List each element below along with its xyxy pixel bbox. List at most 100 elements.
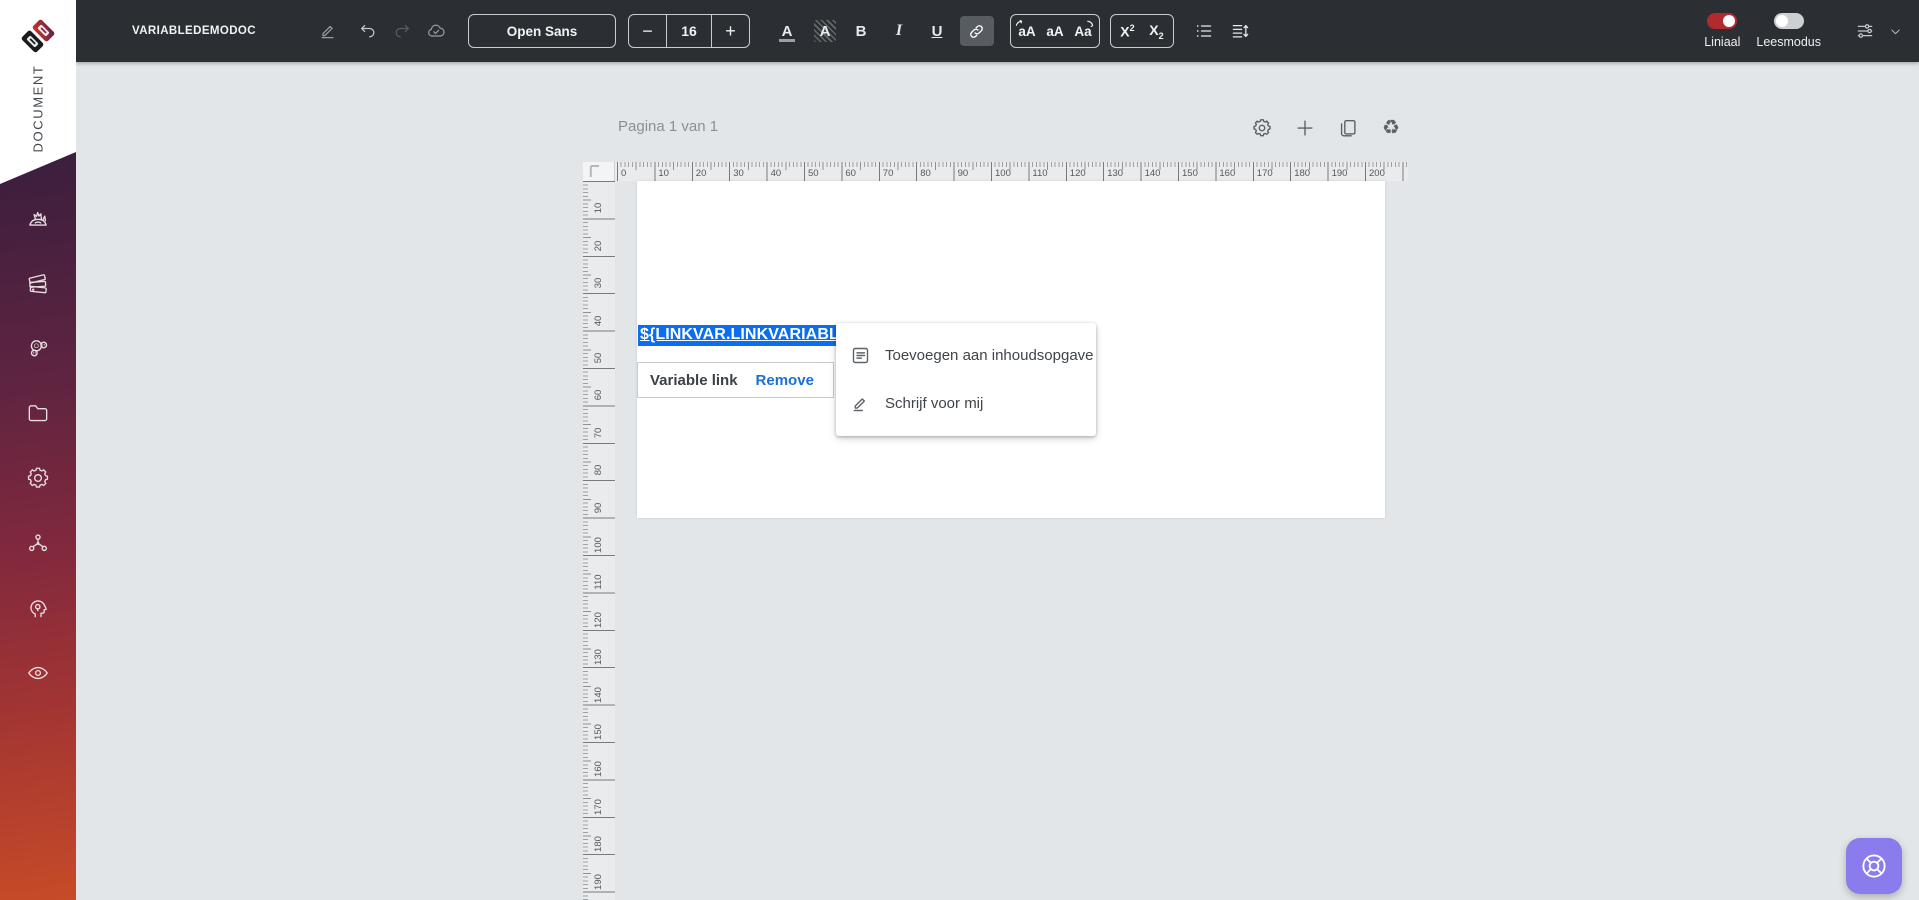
undo-button[interactable]	[354, 17, 382, 45]
underline-button[interactable]: U	[922, 16, 952, 46]
ruler-tick-label: 100	[593, 537, 604, 553]
svg-text:H: H	[42, 343, 45, 348]
ruler-tick-label: 140	[593, 686, 604, 703]
sidebar-item-variables[interactable]: O H H	[25, 335, 51, 361]
menu-item-write-for-me[interactable]: Schrijf voor mij	[836, 379, 1096, 427]
ruler-toggle-label: Liniaal	[1704, 35, 1741, 49]
toggle-knob	[1723, 15, 1736, 27]
eye-icon	[28, 666, 48, 680]
undo-icon	[361, 24, 375, 38]
ruler-tick-label: 130	[593, 649, 604, 666]
subscript-button[interactable]: X2	[1142, 16, 1171, 46]
bullet-list-icon	[1196, 25, 1212, 37]
font-family-select[interactable]: Open Sans	[467, 14, 616, 48]
ruler-tick-label: 90	[593, 502, 604, 513]
bullet-list-button[interactable]	[1190, 17, 1218, 45]
ruler-tick-label: 120	[1069, 167, 1086, 179]
write-pencil-icon	[853, 397, 866, 411]
save-status-button[interactable]	[422, 17, 450, 45]
bold-button[interactable]: B	[846, 16, 876, 46]
font-size-stepper: − 16 +	[627, 14, 750, 48]
document-title: VARIABLEDEMODOC	[132, 25, 256, 37]
readmode-toggle-group: Leesmodus	[1756, 13, 1821, 49]
sidebar-item-styles[interactable]	[25, 270, 51, 296]
lifebuoy-icon	[1862, 854, 1886, 878]
tab-stop-selector[interactable]	[583, 162, 615, 181]
toc-icon	[852, 347, 869, 363]
ruler-tick-label: 80	[593, 464, 604, 476]
sliders-icon	[1857, 24, 1873, 38]
help-button[interactable]	[1846, 838, 1902, 894]
arrow-down-icon	[1087, 20, 1094, 28]
menu-item-add-to-toc[interactable]: Toevoegen aan inhoudsopgave	[836, 331, 1096, 379]
page-settings-button[interactable]	[1248, 114, 1276, 142]
line-spacing-icon	[1232, 24, 1249, 38]
tab-stop-l-icon	[589, 165, 600, 177]
molecule-icon: O H H	[30, 340, 48, 357]
ruler-tick-label: 60	[845, 167, 856, 179]
more-options-button[interactable]	[1881, 17, 1909, 45]
ruler-tick-label: 20	[593, 240, 604, 252]
text-color-button[interactable]: A	[772, 16, 802, 46]
superscript-button[interactable]: X2	[1113, 16, 1142, 46]
remove-link-button[interactable]: Remove	[756, 372, 814, 389]
redo-button[interactable]	[388, 17, 416, 45]
page-indicator: Pagina 1 van 1	[618, 118, 719, 135]
letter-case-group: aA aA Aa	[1009, 14, 1100, 48]
mixed-case-button[interactable]: aA	[1041, 16, 1069, 46]
toolbar-right: Liniaal Leesmodus	[1688, 13, 1909, 49]
insert-link-button[interactable]	[959, 16, 994, 46]
ruler-tick-label: 60	[593, 390, 604, 401]
ruler-tick-label: 0	[621, 167, 627, 179]
sidebar-item-insights[interactable]	[25, 595, 51, 621]
page-actions: ♻	[1248, 114, 1405, 142]
sidebar-item-settings[interactable]	[25, 465, 51, 491]
gear-icon	[1253, 119, 1271, 137]
ruler-tick-label: 120	[593, 611, 604, 628]
uppercase-button[interactable]: aA	[1013, 16, 1041, 46]
ruler-tick-label: 100	[995, 167, 1011, 179]
sidebar-item-preview[interactable]	[25, 660, 51, 686]
font-size-increase-button[interactable]: +	[712, 15, 749, 47]
ruler-toggle[interactable]	[1707, 13, 1738, 29]
font-size-decrease-button[interactable]: −	[629, 15, 666, 47]
app-window: DOCUMENT O H H VARIABLEDEMODOC Open Sans…	[0, 0, 1919, 900]
duplicate-page-button[interactable]	[1334, 114, 1362, 142]
recycle-page-button[interactable]: ♻	[1377, 114, 1405, 142]
context-menu: Toevoegen aan inhoudsopgave Schrijf voor…	[836, 323, 1096, 436]
rename-document-button[interactable]	[314, 17, 342, 45]
hand-with-brushes-icon	[29, 211, 47, 226]
add-page-button[interactable]	[1291, 114, 1319, 142]
italic-button[interactable]: I	[884, 16, 914, 46]
readmode-toggle-label: Leesmodus	[1756, 35, 1821, 49]
sidebar-nav: O H H	[0, 205, 76, 686]
ruler-tick-label: 160	[593, 761, 604, 778]
toggle-knob	[1775, 15, 1788, 27]
arrow-up-icon	[1015, 19, 1023, 26]
sidebar-item-connections[interactable]	[25, 530, 51, 556]
redo-icon	[395, 24, 409, 38]
ruler-tick-label: 170	[593, 798, 604, 815]
chevron-down-icon	[1890, 28, 1900, 34]
sidebar-item-files[interactable]	[25, 400, 51, 426]
view-options-button[interactable]	[1851, 17, 1879, 45]
ruler-tick-label: 30	[733, 167, 744, 179]
horizontal-ruler: 0 10 20 30 40 50 60 70 80 90 100 110 120 130 140 150 160…	[583, 162, 1408, 181]
sidebar-item-branding[interactable]	[25, 205, 51, 231]
ruler-tick-label: 90	[957, 167, 969, 179]
cloud-check-icon	[428, 24, 445, 37]
lowercase-button[interactable]: Aa	[1069, 16, 1097, 46]
readmode-toggle[interactable]	[1773, 13, 1804, 29]
ruler-tick-label: 110	[1032, 167, 1048, 179]
ruler-tick-label: 200	[1369, 167, 1385, 179]
toolbar: VARIABLEDEMODOC Open Sans − 16 + A A B I…	[76, 0, 1919, 62]
script-group: X2 X2	[1109, 14, 1174, 48]
line-spacing-button[interactable]	[1226, 17, 1254, 45]
selected-link-variable[interactable]: ${LINKVAR.LINKVARIABLE}	[638, 325, 859, 346]
sidebar-section-label: DOCUMENT	[30, 64, 46, 152]
ruler-tick-label: 30	[593, 277, 604, 289]
svg-text:O: O	[34, 343, 39, 350]
ruler-tick-label: 50	[808, 167, 819, 179]
recycle-icon: ♻	[1382, 117, 1400, 139]
highlight-color-button[interactable]: A	[810, 16, 840, 46]
